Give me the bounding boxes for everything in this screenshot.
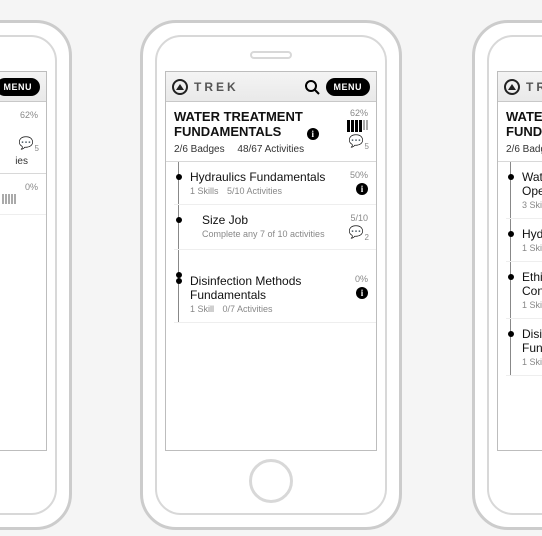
list-item-spacer bbox=[174, 250, 376, 266]
info-icon[interactable]: i bbox=[307, 128, 319, 140]
list-item[interactable]: Size Job Complete any 7 of 10 activities… bbox=[174, 205, 376, 250]
page-title: WATER TREATMENT FUNDAMENTALS bbox=[174, 110, 303, 140]
comment-icon[interactable]: 💬2 bbox=[349, 225, 368, 241]
item-activities: 0/7 Activities bbox=[223, 304, 273, 314]
phone-frame-right: TREK WATER T FUNDAM 2/6 Badge Water TOpe… bbox=[472, 20, 542, 530]
percent-label: 50% bbox=[332, 170, 368, 180]
page-title: WATER T FUNDAM bbox=[506, 110, 542, 140]
menu-button[interactable]: MENU bbox=[326, 78, 371, 96]
comment-icon[interactable]: 💬5 bbox=[349, 134, 368, 150]
speaker-slot bbox=[250, 51, 292, 59]
activities-count: 48/67 Activities bbox=[237, 144, 304, 155]
course-header: WATER TREATMENT FUNDAMENTALS i 2/6 Badge… bbox=[166, 102, 376, 162]
badges-count: 2/6 Badges bbox=[174, 144, 225, 155]
badges-count: 2/6 Badge bbox=[506, 144, 542, 155]
percent-label: 62% bbox=[0, 110, 38, 120]
item-title: Size Job bbox=[202, 213, 332, 227]
menu-button[interactable]: MENU bbox=[0, 78, 40, 96]
phone-frame-center: TREK MENU WATER TREATMENT FUNDAMENTALS i… bbox=[140, 20, 402, 530]
screen: TREK MENU WATER TREATMENT FUNDAMENTALS i… bbox=[165, 71, 377, 451]
info-icon[interactable]: i bbox=[356, 287, 368, 299]
phone-inner: MENU 62% 💬5 ies 0% bbox=[0, 35, 57, 515]
phone-frame-left: MENU 62% 💬5 ies 0% bbox=[0, 20, 72, 530]
item-title: Hydraulics Fundamentals bbox=[190, 170, 332, 184]
item-skills: 1 Skill bbox=[190, 304, 214, 314]
list-item[interactable]: 0% bbox=[0, 174, 46, 215]
list-item[interactable]: DisinfeFundam 1 Skills5 bbox=[506, 319, 542, 376]
course-header: WATER T FUNDAM 2/6 Badge bbox=[498, 102, 542, 162]
logo-icon bbox=[172, 79, 188, 95]
app-bar: MENU bbox=[0, 72, 46, 102]
screen: TREK WATER T FUNDAM 2/6 Badge Water TOpe… bbox=[497, 71, 542, 451]
list-item[interactable]: Water TOperati 3 Skills5 bbox=[506, 162, 542, 219]
timeline-list: Water TOperati 3 Skills5 Hydraul 1 Skill… bbox=[498, 162, 542, 376]
app-bar: TREK bbox=[498, 72, 542, 102]
phone-inner: TREK WATER T FUNDAM 2/6 Badge Water TOpe… bbox=[487, 35, 542, 515]
percent-label: 0% bbox=[2, 182, 38, 192]
list-item[interactable]: Hydraulics Fundamentals 1 Skills 5/10 Ac… bbox=[174, 162, 376, 205]
phone-inner: TREK MENU WATER TREATMENT FUNDAMENTALS i… bbox=[155, 35, 387, 515]
item-activities: 5/10 Activities bbox=[227, 186, 282, 196]
logo-icon bbox=[504, 79, 520, 95]
home-button[interactable] bbox=[249, 459, 293, 503]
brand-label: TREK bbox=[526, 80, 542, 94]
percent-label: 0% bbox=[332, 274, 368, 284]
activities-tail: ies bbox=[15, 156, 28, 167]
list-item[interactable]: Ethics aConside 1 Skills0 bbox=[506, 262, 542, 319]
percent-label: 62% bbox=[347, 108, 368, 118]
progress-barcode-icon bbox=[347, 120, 368, 132]
app-bar: TREK MENU bbox=[166, 72, 376, 102]
item-description: Complete any 7 of 10 activities bbox=[202, 229, 325, 239]
comment-icon[interactable]: 💬5 bbox=[19, 136, 38, 152]
info-icon[interactable]: i bbox=[356, 183, 368, 195]
progress-barcode-icon bbox=[2, 194, 38, 204]
timeline-list: 0% bbox=[0, 174, 46, 215]
fraction-label: 5/10 bbox=[332, 213, 368, 223]
brand-label: TREK bbox=[194, 80, 239, 94]
progress-barcode-icon bbox=[0, 122, 38, 134]
search-icon[interactable] bbox=[304, 79, 320, 95]
list-item[interactable]: Disinfection Methods Fundamentals 1 Skil… bbox=[174, 266, 376, 323]
item-skills: 1 Skills bbox=[190, 186, 219, 196]
item-title: Disinfection Methods Fundamentals bbox=[190, 274, 332, 302]
list-item[interactable]: Hydraul 1 Skills5 bbox=[506, 219, 542, 262]
timeline-list: Hydraulics Fundamentals 1 Skills 5/10 Ac… bbox=[166, 162, 376, 323]
screen: MENU 62% 💬5 ies 0% bbox=[0, 71, 47, 451]
